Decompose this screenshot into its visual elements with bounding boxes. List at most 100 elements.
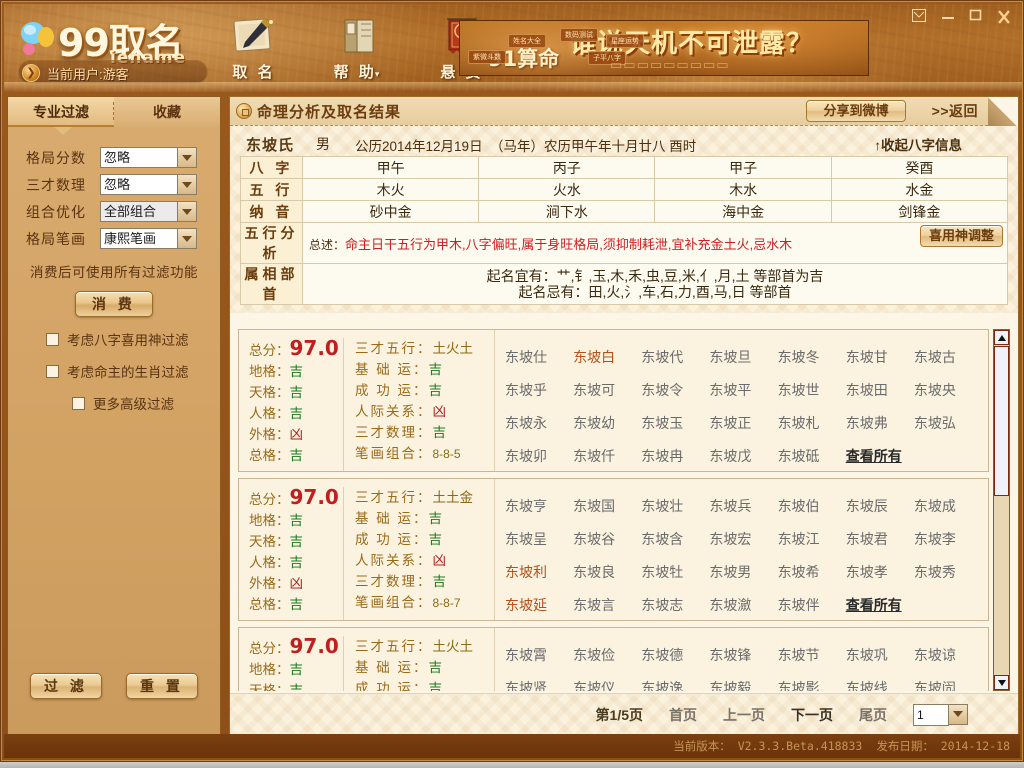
- name-item[interactable]: 东坡锋: [709, 645, 777, 665]
- chevron-down-icon[interactable]: [949, 703, 968, 725]
- chevron-down-icon[interactable]: [178, 147, 197, 168]
- next-page-link[interactable]: 下一页: [791, 705, 833, 725]
- name-item[interactable]: 东坡闶: [914, 678, 982, 692]
- back-link[interactable]: >>返回: [932, 101, 978, 121]
- name-item[interactable]: 东坡旦: [709, 347, 777, 367]
- first-page-link[interactable]: 首页: [669, 705, 697, 725]
- name-item[interactable]: 东坡可: [573, 380, 641, 400]
- name-item[interactable]: 东坡男: [709, 562, 777, 582]
- last-page-link[interactable]: 尾页: [859, 705, 887, 725]
- checkbox-row-xiyongshen[interactable]: 考虑八字喜用神过滤: [46, 329, 220, 349]
- view-all-link[interactable]: 查看所有: [846, 595, 914, 615]
- sidebar-tab-favorites[interactable]: 收藏: [114, 97, 220, 127]
- name-item[interactable]: 东坡砥: [778, 446, 846, 466]
- name-item[interactable]: 东坡壮: [641, 496, 709, 516]
- scrollbar-thumb[interactable]: [994, 346, 1009, 496]
- name-item[interactable]: 东坡玉: [641, 413, 709, 433]
- name-item[interactable]: 东坡含: [641, 529, 709, 549]
- results-scrollbar[interactable]: [993, 329, 1010, 691]
- name-item[interactable]: 东坡贤: [505, 678, 573, 692]
- nav-item-help[interactable]: 帮 助▾: [320, 12, 396, 88]
- name-item[interactable]: 东坡牡: [641, 562, 709, 582]
- reset-button[interactable]: 重 置: [126, 673, 198, 699]
- consume-button[interactable]: 消 费: [75, 291, 153, 317]
- chevron-down-icon[interactable]: [178, 174, 197, 195]
- name-item[interactable]: 东坡瀲: [709, 595, 777, 615]
- checkbox-row-advanced[interactable]: 更多高级过滤: [72, 393, 220, 413]
- name-item[interactable]: 东坡言: [573, 595, 641, 615]
- name-item[interactable]: 东坡甘: [846, 347, 914, 367]
- name-item[interactable]: 东坡节: [778, 645, 846, 665]
- prev-page-link[interactable]: 上一页: [723, 705, 765, 725]
- name-item[interactable]: 东坡伯: [778, 496, 846, 516]
- name-item[interactable]: 东坡江: [778, 529, 846, 549]
- name-item[interactable]: 东坡德: [641, 645, 709, 665]
- name-item[interactable]: 东坡秀: [914, 562, 982, 582]
- name-item[interactable]: 东坡央: [914, 380, 982, 400]
- name-item[interactable]: 东坡谷: [573, 529, 641, 549]
- name-item[interactable]: 东坡君: [846, 529, 914, 549]
- name-item[interactable]: 东坡利: [505, 562, 573, 582]
- name-item[interactable]: 东坡弗: [846, 413, 914, 433]
- name-item[interactable]: 东坡国: [573, 496, 641, 516]
- name-item[interactable]: 东坡正: [709, 413, 777, 433]
- current-user-bar[interactable]: ❯ 当前用户:游客: [18, 60, 208, 84]
- name-item[interactable]: 东坡希: [778, 562, 846, 582]
- name-item[interactable]: 东坡冉: [641, 446, 709, 466]
- name-item[interactable]: 东坡世: [778, 380, 846, 400]
- name-item[interactable]: 东坡李: [914, 529, 982, 549]
- name-item[interactable]: 东坡孝: [846, 562, 914, 582]
- scroll-up-button[interactable]: [994, 330, 1009, 345]
- select-geju-score[interactable]: 忽略: [100, 147, 178, 168]
- chevron-down-icon[interactable]: [178, 201, 197, 222]
- result-card[interactable]: 总分：97.0 地格：吉 天格：吉 人格：吉 外格：凶 总格：吉 三才五行：土火…: [238, 329, 989, 472]
- name-item[interactable]: 东坡令: [641, 380, 709, 400]
- minimize-to-tray-button[interactable]: [912, 9, 930, 25]
- name-item[interactable]: 东坡良: [573, 562, 641, 582]
- minimize-button[interactable]: [940, 9, 958, 25]
- name-item[interactable]: 东坡仕: [505, 347, 573, 367]
- name-item[interactable]: 东坡呈: [505, 529, 573, 549]
- page-number-input[interactable]: 1: [913, 703, 949, 726]
- name-item[interactable]: 东坡毅: [709, 678, 777, 692]
- close-button[interactable]: [996, 9, 1014, 25]
- name-item[interactable]: 东坡辰: [846, 496, 914, 516]
- share-to-weibo-button[interactable]: 分享到微博: [806, 100, 906, 122]
- maximize-button[interactable]: [968, 9, 986, 25]
- name-item[interactable]: 东坡古: [914, 347, 982, 367]
- name-item[interactable]: 东坡仟: [573, 446, 641, 466]
- name-item[interactable]: 东坡志: [641, 595, 709, 615]
- checkbox-xiyongshen[interactable]: [46, 332, 59, 346]
- collapse-bazi-link[interactable]: ↑收起八字信息: [874, 134, 962, 154]
- name-item[interactable]: 东坡平: [709, 380, 777, 400]
- result-card[interactable]: 总分：97.0 地格：吉 天格：吉 人格：吉 外格：凶 总格：吉 三才五行：土火…: [238, 627, 989, 691]
- name-item[interactable]: 东坡延: [505, 595, 573, 615]
- checkbox-shengxiao[interactable]: [46, 364, 59, 378]
- name-item[interactable]: 东坡幼: [573, 413, 641, 433]
- checkbox-advanced[interactable]: [72, 396, 85, 410]
- select-geju-strokes[interactable]: 康熙笔画: [100, 228, 178, 249]
- result-card[interactable]: 总分：97.0 地格：吉 天格：吉 人格：吉 外格：凶 总格：吉 三才五行：土土…: [238, 478, 989, 621]
- name-item[interactable]: 东坡代: [641, 347, 709, 367]
- chevron-down-icon[interactable]: [178, 228, 197, 249]
- scroll-down-button[interactable]: [994, 675, 1009, 690]
- checkbox-row-shengxiao[interactable]: 考虑命主的生肖过滤: [46, 361, 220, 381]
- select-combo-optimize[interactable]: 全部组合: [100, 201, 178, 222]
- name-item[interactable]: 东坡永: [505, 413, 573, 433]
- sidebar-tab-pro-filter[interactable]: 专业过滤: [8, 97, 114, 127]
- name-item[interactable]: 东坡兵: [709, 496, 777, 516]
- page-select[interactable]: 1: [913, 703, 968, 726]
- name-item[interactable]: 东坡仪: [573, 678, 641, 692]
- ad-banner[interactable]: 谁说天机不可泄露？ 91算命 姓名大全 数码测试 星座运势 紫微斗数 子平八字 …: [459, 20, 869, 76]
- select-sancai-shuli[interactable]: 忽略: [100, 174, 178, 195]
- name-item[interactable]: 东坡宏: [709, 529, 777, 549]
- name-item[interactable]: 东坡巩: [846, 645, 914, 665]
- xiyongshen-adjust-button[interactable]: 喜用神调整: [919, 225, 1003, 247]
- nav-item-naming[interactable]: 取 名: [216, 12, 292, 88]
- name-item[interactable]: 东坡白: [573, 347, 641, 367]
- name-item[interactable]: 东坡戊: [709, 446, 777, 466]
- name-item[interactable]: 东坡霄: [505, 645, 573, 665]
- name-item[interactable]: 东坡弘: [914, 413, 982, 433]
- name-item[interactable]: 东坡伴: [778, 595, 846, 615]
- name-item[interactable]: 东坡成: [914, 496, 982, 516]
